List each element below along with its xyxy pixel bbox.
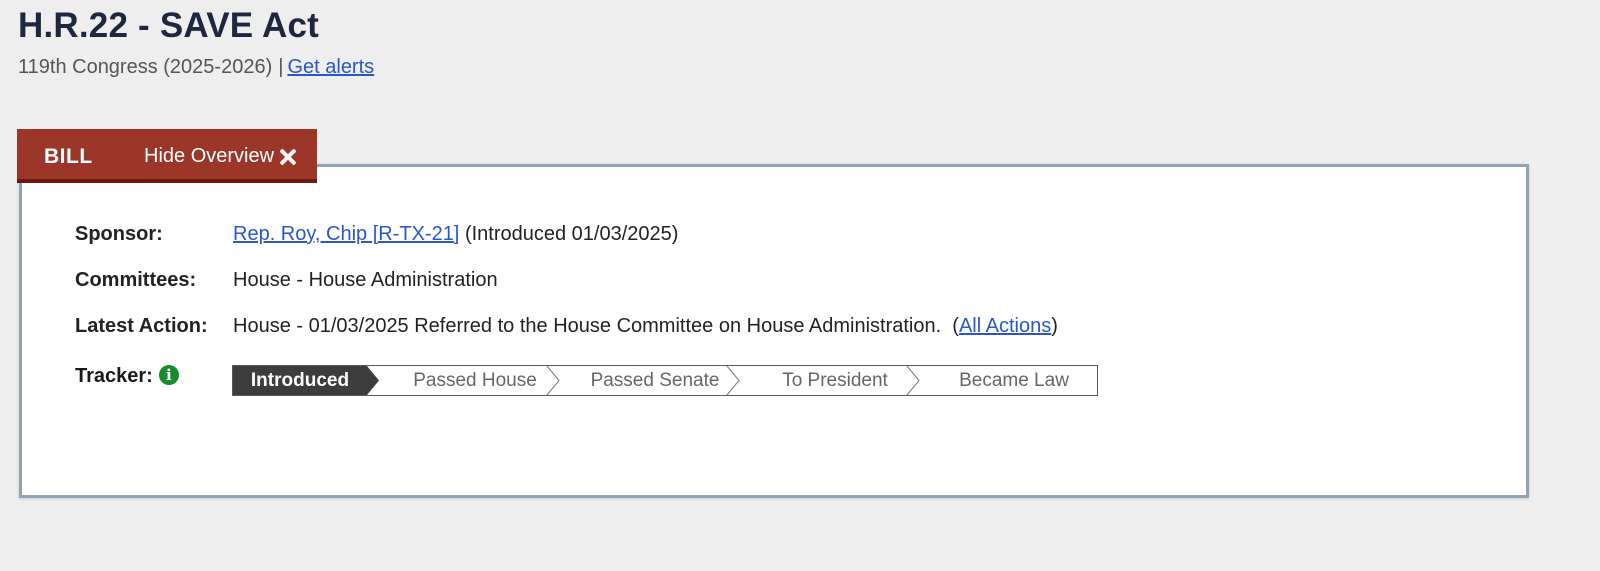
tracker-row: Tracker: i (75, 365, 179, 388)
committees-row: Committees: House - House Administration (75, 269, 498, 292)
overview-tab-bar: BILL Hide Overview (17, 129, 317, 183)
get-alerts-link[interactable]: Get alerts (287, 56, 374, 78)
tracker-step-became-law: Became Law (959, 370, 1069, 391)
committees-label: Committees: (75, 269, 197, 291)
bill-tracker: Introduced Passed House Passed Senate To Pr… (232, 365, 1098, 396)
hide-overview-button[interactable]: Hide Overview (144, 145, 296, 168)
latest-action-label: Latest Action: (75, 315, 208, 337)
info-icon[interactable]: i (158, 365, 179, 385)
close-icon (280, 149, 296, 165)
tracker-step-passed-house: Passed House (413, 370, 537, 391)
tracker-step-to-president: To President (782, 370, 888, 391)
bill-type-label: BILL (44, 145, 93, 168)
tracker-step-passed-senate: Passed Senate (590, 370, 720, 391)
committees-value: House - House Administration (233, 269, 498, 291)
sponsor-row: Sponsor: Rep. Roy, Chip [R-TX-21] (Intro… (75, 223, 678, 246)
latest-action-text: House - 01/03/2025 Referred to the House… (233, 315, 942, 337)
congress-label: 119th Congress (2025-2026) (18, 56, 273, 78)
tracker-label: Tracker: (75, 365, 153, 387)
congress-subtitle: 119th Congress (2025-2026) | Get alerts (18, 56, 374, 79)
all-actions-link[interactable]: All Actions (959, 315, 1051, 337)
sponsor-label: Sponsor: (75, 223, 163, 245)
subtitle-separator: | (278, 56, 284, 78)
sponsor-link[interactable]: Rep. Roy, Chip [R-TX-21] (233, 223, 459, 245)
paren-close: ) (1051, 315, 1058, 337)
tracker-step-introduced: Introduced (250, 370, 350, 391)
sponsor-value: Rep. Roy, Chip [R-TX-21] (Introduced 01/… (233, 223, 678, 246)
hide-overview-label: Hide Overview (144, 145, 275, 167)
latest-action-row: Latest Action: House - 01/03/2025 Referr… (75, 315, 1058, 338)
page-title: H.R.22 - SAVE Act (18, 6, 319, 45)
paren-open: ( (952, 315, 959, 337)
introduced-date: (Introduced 01/03/2025) (464, 223, 679, 245)
latest-action-value: House - 01/03/2025 Referred to the House… (233, 315, 1058, 338)
